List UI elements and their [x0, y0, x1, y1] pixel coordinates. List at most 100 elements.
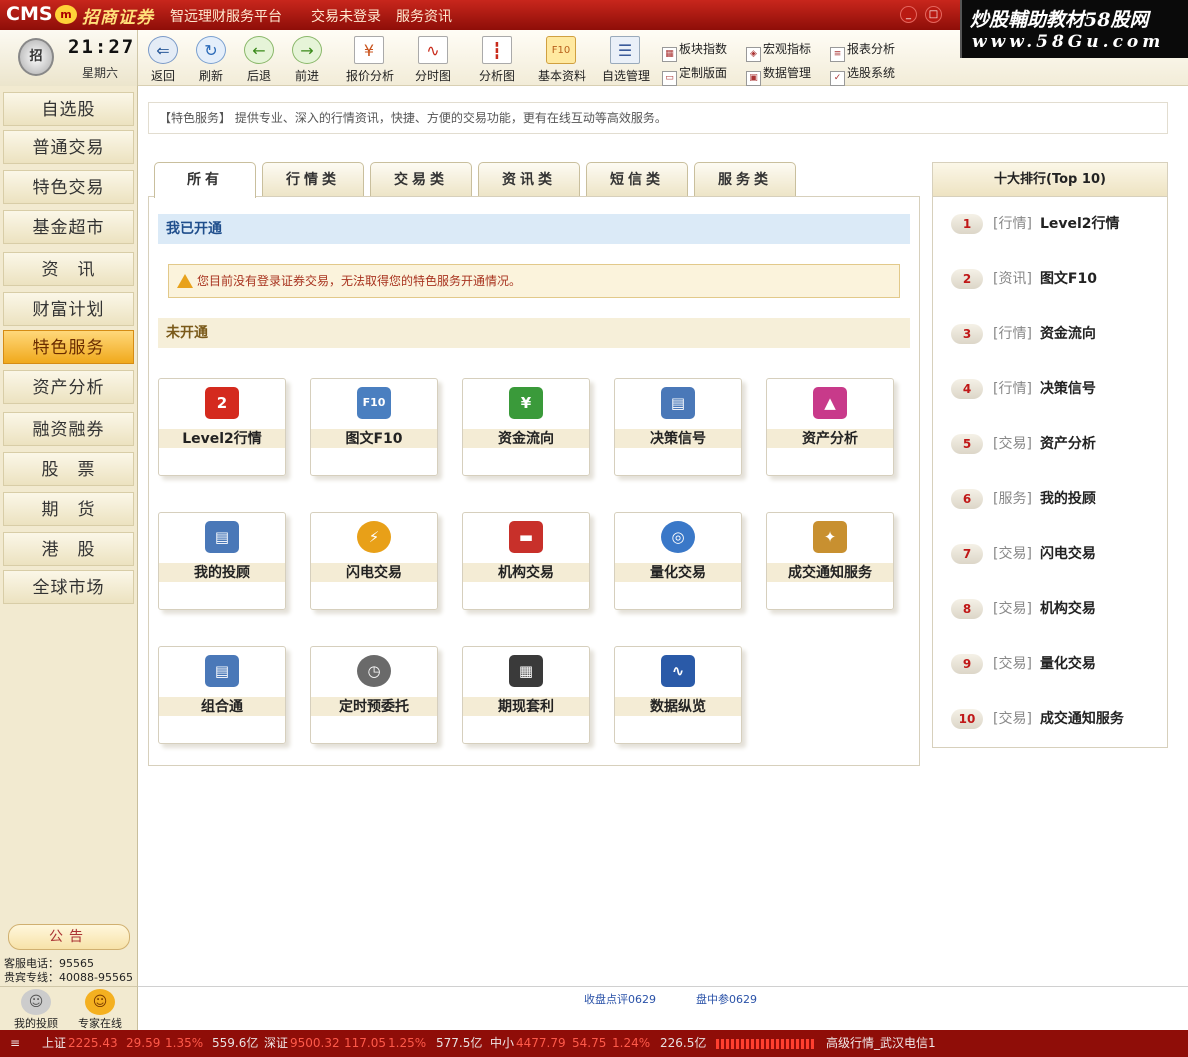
basic-info-button[interactable]: F10 基本资料 — [538, 36, 587, 84]
expert-online-button[interactable]: ☺ 专家在线 — [70, 989, 130, 1031]
quote-analysis-button[interactable]: ¥ 报价分析 — [346, 36, 394, 84]
data-management-button[interactable]: ▣ 数据管理 — [746, 64, 811, 86]
trade-login-link[interactable]: 交易未登录 — [311, 6, 381, 26]
back-button[interactable]: ⇐ 返回 — [140, 36, 186, 84]
sidebar-item-special-services[interactable]: 特色服务 — [3, 330, 134, 364]
midday-link[interactable]: 盘中参0629 — [696, 991, 757, 1007]
sidebar-item-watchlist[interactable]: 自选股 — [3, 92, 134, 126]
rank-number: 7 — [951, 544, 983, 564]
card-label: 量化交易 — [650, 565, 706, 581]
service-card-trade-notification[interactable]: ✦ 成交通知服务 — [766, 512, 894, 610]
volume-bars — [716, 1039, 816, 1049]
sidebar-item-global-markets[interactable]: 全球市场 — [3, 570, 134, 604]
forward-button[interactable]: → 前进 — [284, 36, 330, 84]
tab-trading[interactable]: 交易类 — [370, 162, 472, 197]
sector-index-label: 板块指数 — [679, 42, 728, 56]
clock-time: 21:27 — [68, 36, 136, 58]
expert-face-icon: ☺ — [85, 989, 115, 1015]
service-card-quant-trading[interactable]: ◎ 量化交易 — [614, 512, 742, 610]
watchlist-manage-button[interactable]: ☰ 自选管理 — [602, 36, 650, 84]
ranking-item[interactable]: 1 [行情] Level2行情 — [951, 213, 1120, 234]
ranking-item[interactable]: 5 [交易] 资产分析 — [951, 433, 1096, 454]
decision-book-icon: ▤ — [661, 387, 695, 419]
rank-number: 5 — [951, 434, 983, 454]
sh-label: 上证 — [42, 1036, 67, 1050]
rank-category: [交易] — [993, 546, 1032, 562]
kline-chart-icon: ┇ — [482, 36, 512, 64]
bottom-left-panel: ☺ 我的投顾 ☺ 专家在线 — [0, 986, 138, 1032]
sidebar-item-wealth-plan[interactable]: 财富计划 — [3, 292, 134, 326]
sidebar-item-fund-market[interactable]: 基金超市 — [3, 210, 134, 244]
sidebar-item-margin-trading[interactable]: 融资融券 — [3, 412, 134, 446]
tab-service[interactable]: 服务类 — [694, 162, 796, 197]
card-label: 定时预委托 — [339, 699, 409, 715]
card-label: 资产分析 — [802, 431, 858, 447]
rank-category: [交易] — [993, 711, 1032, 727]
maximize-icon[interactable]: □ — [925, 6, 942, 23]
macro-indicator-button[interactable]: ◈ 宏观指标 — [746, 40, 811, 62]
service-card-money-flow[interactable]: ¥ 资金流向 — [462, 378, 590, 476]
service-card-data-overview[interactable]: ∿ 数据纵览 — [614, 646, 742, 744]
analysis-chart-button[interactable]: ┇ 分析图 — [474, 36, 520, 84]
service-card-arbitrage[interactable]: ▦ 期现套利 — [462, 646, 590, 744]
service-news-link[interactable]: 服务资讯 — [396, 6, 452, 26]
rank-category: [交易] — [993, 436, 1032, 452]
rank-category: [服务] — [993, 491, 1032, 507]
rank-name: 图文F10 — [1039, 271, 1097, 287]
card-label: 闪电交易 — [346, 565, 402, 581]
stock-picker-button[interactable]: ✓ 选股系统 — [830, 64, 895, 86]
service-card-decision-signal[interactable]: ▤ 决策信号 — [614, 378, 742, 476]
notice-button[interactable]: 公告 — [8, 924, 130, 950]
previous-label: 后退 — [246, 69, 271, 83]
my-advisor-button[interactable]: ☺ 我的投顾 — [6, 989, 66, 1031]
sz-pct: 1.25% — [388, 1036, 427, 1050]
report-analysis-button[interactable]: ≡ 报表分析 — [830, 40, 895, 62]
rank-name: 闪电交易 — [1039, 546, 1096, 562]
sidebar-item-special-trading[interactable]: 特色交易 — [3, 170, 134, 204]
tab-news[interactable]: 资讯类 — [478, 162, 580, 197]
rank-number: 9 — [951, 654, 983, 674]
card-label: 我的投顾 — [194, 565, 250, 581]
ranking-item[interactable]: 10 [交易] 成交通知服务 — [951, 708, 1124, 729]
minimize-icon[interactable]: _ — [900, 6, 917, 23]
sidebar-item-futures[interactable]: 期 货 — [3, 492, 134, 526]
refresh-button[interactable]: ↻ 刷新 — [188, 36, 234, 84]
platform-link[interactable]: 智远理财服务平台 — [170, 6, 282, 26]
sector-index-button[interactable]: ▦ 板块指数 — [662, 40, 727, 62]
ticker-menu-icon[interactable]: ≡ — [10, 1030, 20, 1057]
previous-button[interactable]: ← 后退 — [236, 36, 282, 84]
service-card-my-advisor[interactable]: ▤ 我的投顾 — [158, 512, 286, 610]
service-card-asset-analysis[interactable]: ▲ 资产分析 — [766, 378, 894, 476]
ranking-item[interactable]: 6 [服务] 我的投顾 — [951, 488, 1096, 509]
ranking-item[interactable]: 8 [交易] 机构交易 — [951, 598, 1096, 619]
sidebar-item-asset-analysis[interactable]: 资产分析 — [3, 370, 134, 404]
ranking-title: 十大排行(Top 10) — [933, 163, 1167, 197]
service-card-combo[interactable]: ▤ 组合通 — [158, 646, 286, 744]
rank-number: 10 — [951, 709, 983, 729]
ranking-item[interactable]: 3 [行情] 资金流向 — [951, 323, 1096, 344]
sidebar-item-normal-trading[interactable]: 普通交易 — [3, 130, 134, 164]
service-card-institution-trading[interactable]: ▬ 机构交易 — [462, 512, 590, 610]
ranking-item[interactable]: 2 [资讯] 图文F10 — [951, 268, 1097, 289]
basic-info-label: 基本资料 — [538, 69, 587, 83]
tab-all[interactable]: 所有 — [154, 162, 256, 198]
arbitrage-icon: ▦ — [509, 655, 543, 687]
sidebar-item-news[interactable]: 资 讯 — [3, 252, 134, 286]
custom-layout-label: 定制版面 — [679, 66, 728, 80]
ranking-item[interactable]: 7 [交易] 闪电交易 — [951, 543, 1096, 564]
service-card-flash-trading[interactable]: ⚡ 闪电交易 — [310, 512, 438, 610]
ranking-item[interactable]: 9 [交易] 量化交易 — [951, 653, 1096, 674]
intraday-chart-button[interactable]: ∿ 分时图 — [410, 36, 456, 84]
close-review-link[interactable]: 收盘点评0629 — [584, 991, 656, 1007]
ranking-item[interactable]: 4 [行情] 决策信号 — [951, 378, 1096, 399]
service-card-f10[interactable]: F10 图文F10 — [310, 378, 438, 476]
tab-market[interactable]: 行情类 — [262, 162, 364, 197]
tab-sms[interactable]: 短信类 — [586, 162, 688, 197]
lightning-icon: ⚡ — [357, 521, 391, 553]
sidebar-item-stocks[interactable]: 股 票 — [3, 452, 134, 486]
custom-layout-button[interactable]: ▭ 定制版面 — [662, 64, 727, 86]
service-card-scheduled-order[interactable]: ◷ 定时预委托 — [310, 646, 438, 744]
sidebar-item-hk-stocks[interactable]: 港 股 — [3, 532, 134, 566]
server-name[interactable]: 高级行情_武汉电信1 — [826, 1030, 936, 1057]
service-card-level2[interactable]: 2 Level2行情 — [158, 378, 286, 476]
